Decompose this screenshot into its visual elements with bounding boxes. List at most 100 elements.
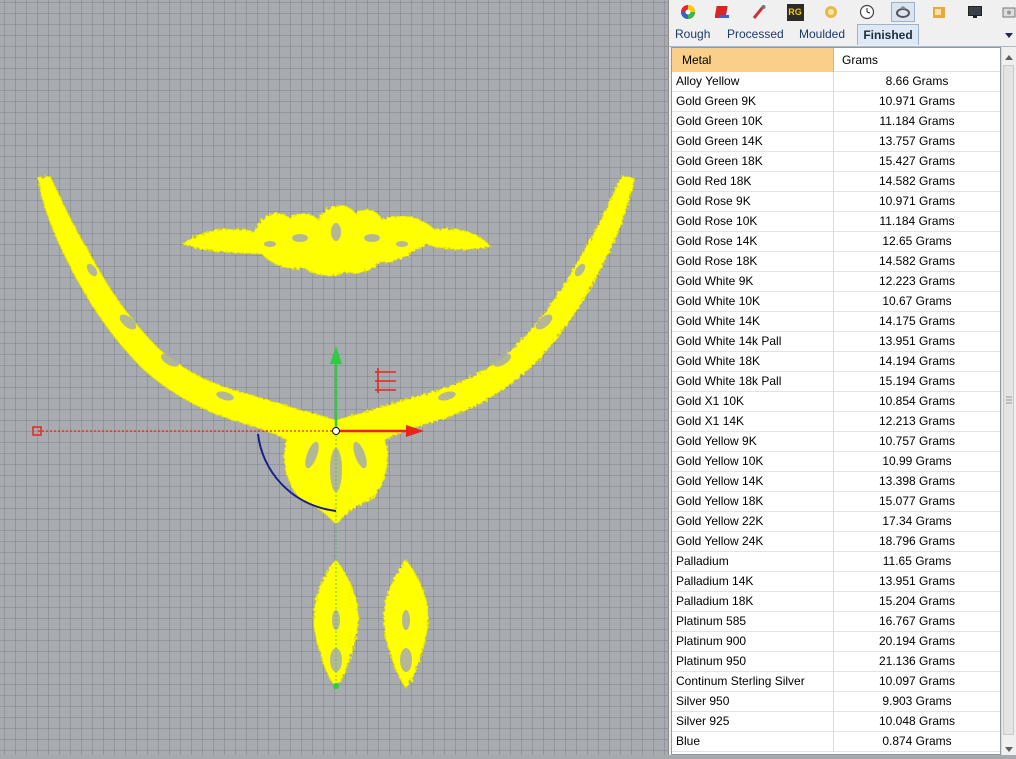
table-row[interactable]: Palladium 14K 13.951 Grams (672, 572, 1000, 592)
table-row[interactable]: Continum Sterling Silver 10.097 Grams (672, 672, 1000, 692)
viewport-canvas[interactable] (0, 0, 668, 755)
metal-name-cell[interactable]: Gold White 9K (672, 272, 834, 291)
table-row[interactable]: Gold Yellow 10K 10.99 Grams (672, 452, 1000, 472)
metal-name-cell[interactable]: Gold Yellow 9K (672, 432, 834, 451)
scroll-up-icon[interactable] (1004, 50, 1014, 60)
metal-name-cell[interactable]: Platinum 585 (672, 612, 834, 631)
column-header-metal[interactable]: Metal (672, 48, 834, 72)
grams-cell[interactable]: 14.175 Grams (834, 312, 1000, 331)
metal-name-cell[interactable]: Gold White 10K (672, 292, 834, 311)
grams-cell[interactable]: 21.136 Grams (834, 652, 1000, 671)
metal-name-cell[interactable]: Gold Rose 10K (672, 212, 834, 231)
metal-name-cell[interactable]: Gold Yellow 22K (672, 512, 834, 531)
grams-cell[interactable]: 15.427 Grams (834, 152, 1000, 171)
grams-cell[interactable]: 14.582 Grams (834, 172, 1000, 191)
metal-name-cell[interactable]: Palladium 18K (672, 592, 834, 611)
plane-handle-icon[interactable] (375, 368, 396, 393)
tab-moulded[interactable]: Moulded (799, 24, 845, 45)
table-scrollbar[interactable] (1001, 47, 1015, 755)
grams-cell[interactable]: 10.048 Grams (834, 712, 1000, 731)
table-row[interactable]: Gold Green 10K 11.184 Grams (672, 112, 1000, 132)
table-row[interactable]: Alloy Yellow 8.66 Grams (672, 72, 1000, 92)
grams-cell[interactable]: 10.971 Grams (834, 92, 1000, 111)
grams-cell[interactable]: 0.874 Grams (834, 732, 1000, 751)
grams-cell[interactable]: 14.194 Grams (834, 352, 1000, 371)
metal-name-cell[interactable]: Gold Rose 18K (672, 252, 834, 271)
table-row[interactable]: Gold Rose 9K 10.971 Grams (672, 192, 1000, 212)
metal-name-cell[interactable]: Gold Rose 9K (672, 192, 834, 211)
settings-icon[interactable] (999, 2, 1016, 22)
table-row[interactable]: Gold Red 18K 14.582 Grams (672, 172, 1000, 192)
metal-name-cell[interactable]: Palladium (672, 552, 834, 571)
grams-cell[interactable]: 13.951 Grams (834, 572, 1000, 591)
grams-cell[interactable]: 12.223 Grams (834, 272, 1000, 291)
table-row[interactable]: Gold Green 14K 13.757 Grams (672, 132, 1000, 152)
table-row[interactable]: Gold X1 14K 12.213 Grams (672, 412, 1000, 432)
grams-cell[interactable]: 10.971 Grams (834, 192, 1000, 211)
grams-cell[interactable]: 12.213 Grams (834, 412, 1000, 431)
gumball-center[interactable] (332, 427, 340, 435)
table-row[interactable]: Gold Rose 10K 11.184 Grams (672, 212, 1000, 232)
table-row[interactable]: Gold Yellow 24K 18.796 Grams (672, 532, 1000, 552)
grams-cell[interactable]: 10.99 Grams (834, 452, 1000, 471)
scroll-down-icon[interactable] (1004, 741, 1014, 752)
grams-cell[interactable]: 10.854 Grams (834, 392, 1000, 411)
table-row[interactable]: Silver 950 9.903 Grams (672, 692, 1000, 712)
metal-name-cell[interactable]: Gold X1 14K (672, 412, 834, 431)
metal-name-cell[interactable]: Palladium 14K (672, 572, 834, 591)
metal-name-cell[interactable]: Gold Green 10K (672, 112, 834, 131)
metal-name-cell[interactable]: Gold Yellow 14K (672, 472, 834, 491)
grams-cell[interactable]: 15.077 Grams (834, 492, 1000, 511)
metal-name-cell[interactable]: Gold Red 18K (672, 172, 834, 191)
grams-cell[interactable]: 10.097 Grams (834, 672, 1000, 691)
grams-cell[interactable]: 15.194 Grams (834, 372, 1000, 391)
metal-name-cell[interactable]: Gold White 14K (672, 312, 834, 331)
table-row[interactable]: Palladium 18K 15.204 Grams (672, 592, 1000, 612)
table-row[interactable]: Gold Green 9K 10.971 Grams (672, 92, 1000, 112)
grams-cell[interactable]: 20.194 Grams (834, 632, 1000, 651)
monitor-icon[interactable] (965, 2, 985, 22)
metal-name-cell[interactable]: Silver 925 (672, 712, 834, 731)
gem-icon[interactable] (821, 2, 841, 22)
table-row[interactable]: Gold White 14K 14.175 Grams (672, 312, 1000, 332)
column-header-grams[interactable]: Grams (834, 48, 1000, 72)
table-row[interactable]: Silver 925 10.048 Grams (672, 712, 1000, 732)
y-arrow-head-icon[interactable] (330, 346, 342, 364)
book-icon[interactable] (713, 2, 733, 22)
metal-name-cell[interactable]: Gold Green 9K (672, 92, 834, 111)
tab-rough[interactable]: Rough (675, 24, 710, 45)
table-row[interactable]: Gold Rose 14K 12.65 Grams (672, 232, 1000, 252)
clock-icon[interactable] (857, 2, 877, 22)
metal-name-cell[interactable]: Platinum 950 (672, 652, 834, 671)
grams-cell[interactable]: 11.184 Grams (834, 212, 1000, 231)
grams-cell[interactable]: 15.204 Grams (834, 592, 1000, 611)
table-row[interactable]: Gold Yellow 18K 15.077 Grams (672, 492, 1000, 512)
grams-cell[interactable]: 11.184 Grams (834, 112, 1000, 131)
grams-cell[interactable]: 12.65 Grams (834, 232, 1000, 251)
table-row[interactable]: Gold X1 10K 10.854 Grams (672, 392, 1000, 412)
grams-cell[interactable]: 9.903 Grams (834, 692, 1000, 711)
ring-icon[interactable] (891, 2, 915, 22)
metal-name-cell[interactable]: Gold Green 18K (672, 152, 834, 171)
grams-cell[interactable]: 8.66 Grams (834, 72, 1000, 91)
metal-name-cell[interactable]: Gold White 14k Pall (672, 332, 834, 351)
table-row[interactable]: Gold White 18K 14.194 Grams (672, 352, 1000, 372)
grams-cell[interactable]: 14.582 Grams (834, 252, 1000, 271)
table-row[interactable]: Platinum 950 21.136 Grams (672, 652, 1000, 672)
tab-processed[interactable]: Processed (727, 24, 784, 45)
table-row[interactable]: Gold Yellow 9K 10.757 Grams (672, 432, 1000, 452)
metal-name-cell[interactable]: Gold Yellow 10K (672, 452, 834, 471)
tab-finished[interactable]: Finished (857, 24, 919, 45)
grams-cell[interactable]: 13.757 Grams (834, 132, 1000, 151)
brush-icon[interactable] (749, 2, 769, 22)
metal-name-cell[interactable]: Gold White 18k Pall (672, 372, 834, 391)
table-row[interactable]: Platinum 900 20.194 Grams (672, 632, 1000, 652)
metal-name-cell[interactable]: Gold White 18K (672, 352, 834, 371)
metal-name-cell[interactable]: Gold Green 14K (672, 132, 834, 151)
tab-dropdown-icon[interactable] (1003, 28, 1015, 40)
grams-cell[interactable]: 11.65 Grams (834, 552, 1000, 571)
scrollbar-thumb[interactable] (1003, 65, 1014, 735)
table-row[interactable]: Blue 0.874 Grams (672, 732, 1000, 752)
metal-name-cell[interactable]: Alloy Yellow (672, 72, 834, 91)
rg-icon[interactable]: RG (785, 2, 805, 22)
